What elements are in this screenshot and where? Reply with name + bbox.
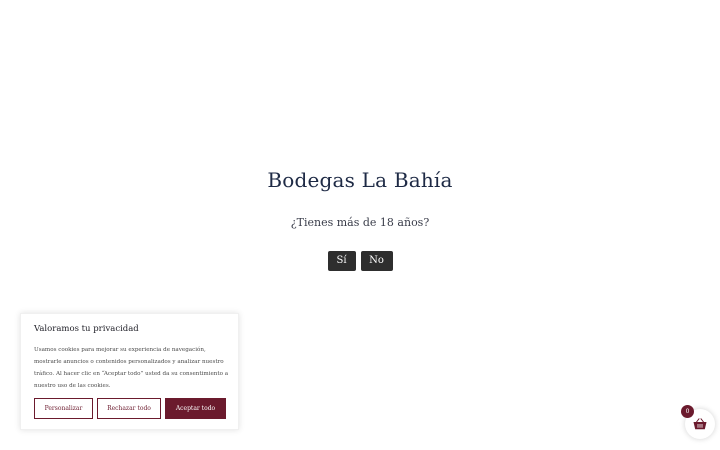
reject-all-cookies-button[interactable]: Rechazar todo [97, 398, 161, 419]
age-no-button[interactable]: No [360, 251, 393, 271]
accept-all-cookies-button[interactable]: Aceptar todo [165, 398, 226, 419]
age-yes-button[interactable]: Sí [327, 251, 356, 271]
cookie-consent-banner: Valoramos tu privacidad Usamos cookies p… [20, 313, 239, 430]
customize-cookies-button[interactable]: Personalizar [34, 398, 93, 419]
basket-icon [693, 415, 707, 434]
cookie-banner-text: Usamos cookies para mejorar su experienc… [34, 347, 229, 389]
cart-count-badge: 0 [681, 405, 694, 418]
page: Bodegas La Bahía ¿Tienes más de 18 años?… [0, 0, 720, 450]
cookie-banner-title: Valoramos tu privacidad [34, 324, 139, 334]
age-question: ¿Tienes más de 18 años? [290, 216, 430, 229]
age-button-group: Sí No [0, 251, 720, 271]
cookie-actions: Personalizar Rechazar todo Aceptar todo [34, 398, 226, 419]
site-title: Bodegas La Bahía [267, 168, 453, 192]
